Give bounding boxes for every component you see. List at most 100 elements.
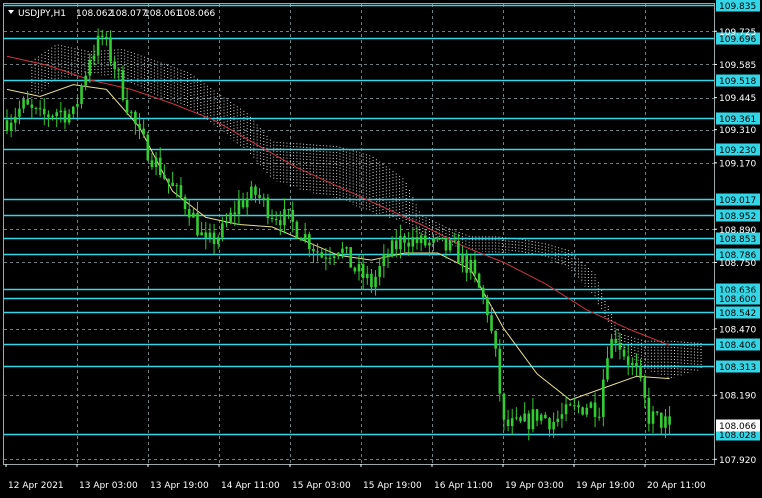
candle-body — [486, 297, 489, 316]
candle-body — [71, 106, 75, 115]
y-tick-label: 108.470 — [719, 325, 756, 335]
candle-body — [332, 256, 336, 259]
price-chart[interactable]: 109.835109.696109.518109.361109.230109.0… — [0, 0, 762, 498]
candle-body — [336, 252, 340, 257]
candle-body — [96, 35, 100, 56]
y-tick-label: 108.750 — [719, 259, 756, 269]
candle-body — [502, 393, 506, 420]
candle-body — [312, 248, 315, 252]
candle-body — [200, 232, 203, 236]
candle-body — [138, 123, 141, 129]
candle-body — [394, 240, 398, 250]
level-label: 109.361 — [719, 115, 756, 125]
candle-body — [370, 273, 373, 288]
price-axis[interactable]: 109.835109.696109.518109.361109.230109.0… — [714, 0, 760, 466]
candle-body — [531, 409, 535, 430]
candle-body — [26, 99, 30, 105]
candle-body — [241, 200, 245, 208]
candle-body — [225, 221, 228, 224]
candle-body — [403, 236, 406, 243]
candle-body — [303, 234, 307, 241]
candle-body — [63, 110, 67, 123]
candle-body — [618, 342, 622, 350]
candle-body — [585, 407, 589, 415]
candle-body — [639, 367, 642, 379]
y-tick-label: 108.190 — [719, 392, 756, 402]
candle-body — [38, 108, 42, 110]
candle-body — [660, 412, 663, 428]
candle-body — [631, 362, 634, 365]
candle-body — [183, 197, 187, 210]
candle-body — [432, 238, 435, 243]
candle-body — [361, 264, 365, 279]
level-label: 108.853 — [719, 235, 756, 245]
candle-body — [415, 237, 419, 243]
candle-body — [175, 185, 179, 187]
candle-body — [589, 402, 593, 408]
candle-body — [523, 413, 526, 422]
candle-body — [100, 35, 104, 37]
candle-body — [76, 103, 79, 107]
y-tick-label: 109.585 — [719, 61, 756, 71]
candle-body — [163, 174, 166, 179]
candle-body — [664, 416, 667, 428]
candle-body — [245, 198, 249, 208]
chart-header: USDJPY,H1 108.062 108.077 108.061 108.06… — [8, 9, 215, 19]
candle-body — [125, 99, 129, 113]
candle-body — [593, 402, 597, 417]
candle-body — [187, 209, 191, 218]
level-label: 109.017 — [719, 196, 756, 206]
candle-body — [134, 111, 137, 124]
candle-body — [146, 134, 150, 161]
level-label: 108.313 — [719, 363, 756, 373]
candle-body — [626, 356, 630, 365]
y-tick-label: 109.725 — [719, 28, 756, 38]
candle-body — [419, 235, 423, 243]
candle-body — [158, 157, 162, 175]
ohlc-high: 108.077 — [110, 9, 147, 19]
candle-body — [196, 212, 199, 236]
candle-body — [519, 417, 522, 422]
candle-body — [142, 128, 145, 135]
candle-body — [473, 259, 477, 274]
candle-body — [481, 287, 485, 298]
candle-body — [192, 212, 195, 218]
candle-body — [539, 414, 543, 421]
candle-body — [564, 404, 568, 415]
candle-body — [597, 416, 601, 418]
candle-body — [316, 251, 319, 253]
level-label: 108.542 — [719, 309, 756, 319]
candle-body — [469, 259, 473, 273]
candle-body — [262, 197, 266, 199]
candle-body — [109, 37, 112, 62]
candle-body — [216, 237, 220, 245]
candle-body — [47, 114, 50, 117]
candle-body — [84, 75, 87, 86]
candle-body — [274, 219, 278, 221]
candle-body — [548, 418, 551, 430]
candle-body — [477, 273, 481, 288]
candle-body — [258, 194, 261, 198]
candle-body — [622, 349, 626, 357]
candle-body — [221, 223, 224, 238]
candle-body — [5, 120, 9, 131]
candle-body — [204, 232, 208, 238]
x-tick-label: 16 Apr 11:00 — [434, 481, 493, 491]
x-tick-label: 19 Apr 19:00 — [576, 481, 635, 491]
candle-body — [167, 178, 170, 183]
level-label: 108.406 — [719, 341, 756, 351]
x-tick-label: 13 Apr 19:00 — [150, 481, 209, 491]
candle-body — [552, 422, 555, 430]
candle-body — [465, 253, 468, 273]
candle-body — [457, 241, 460, 264]
candle-body — [606, 358, 609, 380]
candle-body — [295, 221, 299, 238]
candle-body — [324, 257, 328, 259]
candle-body — [614, 338, 618, 343]
candle-body — [113, 61, 116, 70]
x-tick-label: 12 Apr 2021 — [8, 481, 64, 491]
candle-body — [287, 209, 290, 211]
candle-body — [34, 107, 38, 109]
candle-body — [212, 232, 216, 245]
level-label: 109.230 — [719, 146, 756, 156]
